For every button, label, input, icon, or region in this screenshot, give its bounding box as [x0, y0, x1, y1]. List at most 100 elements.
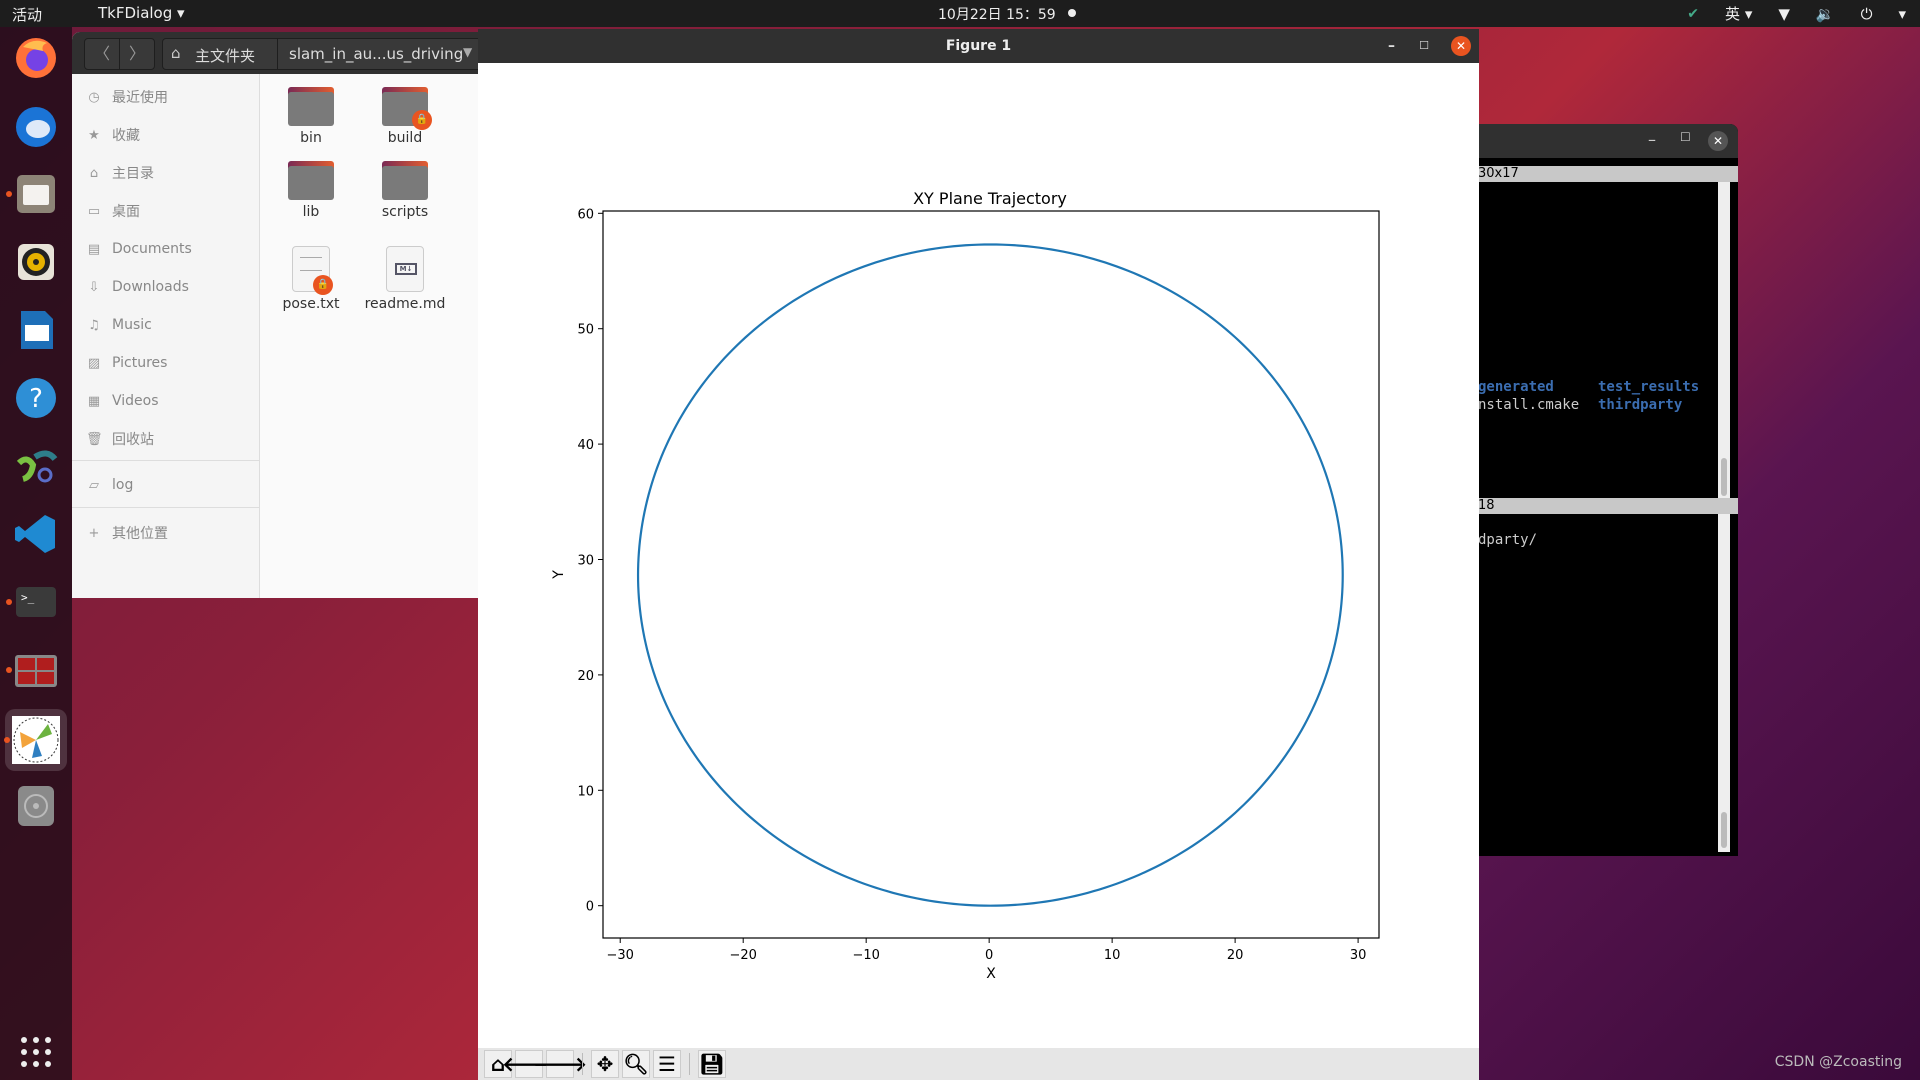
clock[interactable]: 10月22日 15：59	[938, 4, 1056, 24]
chevron-down-icon[interactable]: ▾	[1898, 5, 1906, 23]
sidebar-item-documents[interactable]: ▤ Documents	[86, 236, 192, 262]
files-icon	[17, 175, 55, 213]
dock-inkscape[interactable]	[11, 441, 61, 491]
inkscape-icon	[16, 450, 58, 483]
app-menu[interactable]: TkFDialog ▾	[98, 4, 185, 22]
x-tick-label: −10	[852, 948, 879, 963]
star-icon: ★	[88, 127, 100, 143]
zoom-button[interactable]: 🔍︎	[622, 1050, 650, 1078]
matplotlib-toolbar: ⌂ 🡐 🡒 ✥ 🔍︎ ☰ 💾︎	[478, 1048, 1479, 1080]
terminator-icon	[15, 655, 57, 687]
x-tick-label: 0	[985, 948, 993, 963]
sidebar-item-other-locations[interactable]: + 其他位置	[86, 520, 168, 546]
dock-firefox[interactable]	[11, 33, 61, 83]
sidebar-item-desktop[interactable]: ▭ 桌面	[86, 198, 140, 224]
app-indicator-icon[interactable]: ✔	[1687, 6, 1699, 22]
scrollbar[interactable]	[1718, 514, 1730, 852]
dock: ? >_	[0, 27, 72, 1080]
running-indicator	[6, 599, 12, 605]
configure-subplots-button[interactable]: ☰	[653, 1050, 681, 1078]
forward-button[interactable]: 〉	[119, 38, 155, 70]
terminal-icon: >_	[16, 587, 56, 617]
sidebar-item-trash[interactable]: 🗑 回收站	[86, 426, 154, 452]
download-icon: ⇩	[88, 279, 100, 295]
file-item[interactable]: lib	[266, 158, 356, 220]
path-current-button[interactable]: slam_in_au...us_driving	[289, 45, 463, 63]
dock-rhythmbox[interactable]	[11, 237, 61, 287]
scrollbar[interactable]	[1718, 182, 1730, 498]
text-file-icon: 🔒	[292, 246, 333, 295]
figure-titlebar: Figure 1 – ☐ ✕	[478, 29, 1479, 63]
path-home-button[interactable]: 主文件夹	[195, 45, 255, 66]
sidebar-item-pictures[interactable]: ▨ Pictures	[86, 350, 168, 376]
files-window: 〈 〉 ⌂ 主文件夹 slam_in_au...us_driving ▼ ◷ 最近…	[72, 32, 480, 598]
terminal-text: test_results	[1598, 379, 1700, 395]
terminal-text: dparty/	[1478, 532, 1538, 548]
sidebar-separator	[72, 460, 260, 461]
x-tick-label: −20	[729, 948, 756, 963]
dock-help[interactable]: ?	[11, 373, 61, 423]
dock-terminator[interactable]	[6, 645, 61, 695]
x-tick-label: −30	[606, 948, 633, 963]
save-button[interactable]: 💾︎	[698, 1050, 726, 1078]
sidebar-item-log[interactable]: ▱ log	[86, 472, 133, 498]
system-tray[interactable]: ✔ 英 ▾ ▼ 🔉 ⏻ ▾	[1687, 3, 1906, 24]
picture-icon: ▨	[87, 355, 101, 371]
close-button[interactable]: ✕	[1451, 36, 1471, 56]
y-tick-label: 50	[577, 323, 594, 338]
file-item[interactable]: 🔒 pose.txt	[266, 246, 356, 312]
sidebar-item-videos[interactable]: ▦ Videos	[86, 388, 159, 414]
dock-terminal[interactable]: >_	[6, 577, 61, 627]
sidebar-item-recent[interactable]: ◷ 最近使用	[86, 84, 168, 110]
axes-frame	[602, 210, 1380, 939]
file-item[interactable]: 🔒 build	[360, 84, 450, 146]
vscode-icon	[15, 515, 55, 553]
sidebar-item-home[interactable]: ⌂ 主目录	[86, 160, 154, 186]
dock-writer[interactable]	[11, 305, 61, 355]
dock-disc[interactable]	[11, 781, 61, 831]
close-button[interactable]: ✕	[1708, 131, 1728, 151]
path-dropdown-icon[interactable]: ▼	[463, 45, 472, 59]
sidebar-item-starred[interactable]: ★ 收藏	[86, 122, 140, 148]
folder-icon: ▱	[89, 477, 99, 493]
volume-icon[interactable]: 🔉	[1816, 5, 1835, 23]
terminal-window: – ☐ ✕ 30x17 generated test_results nstal…	[1478, 124, 1738, 856]
maximize-button[interactable]: ☐	[1680, 130, 1691, 144]
terminal-titlebar: – ☐ ✕	[1478, 124, 1738, 158]
sidebar-item-music[interactable]: ♫ Music	[86, 312, 152, 338]
maximize-button[interactable]: ☐	[1419, 29, 1429, 63]
files-headerbar: 〈 〉 ⌂ 主文件夹 slam_in_au...us_driving ▼	[72, 32, 480, 74]
folder-icon	[382, 158, 428, 200]
dock-thunderbird[interactable]	[11, 101, 61, 151]
home-icon: ⌂	[89, 165, 99, 181]
pan-button[interactable]: ✥	[591, 1050, 619, 1078]
watermark: CSDN @Zcoasting	[1774, 1054, 1902, 1070]
pane-title: 30x17	[1478, 166, 1738, 182]
lock-icon: 🔒	[313, 275, 333, 295]
y-tick-label: 10	[577, 784, 594, 799]
power-icon[interactable]: ⏻	[1861, 5, 1873, 23]
folder-icon: 🔒	[382, 84, 432, 130]
wifi-icon[interactable]: ▼	[1778, 5, 1790, 23]
activities-button[interactable]: 活动	[12, 4, 42, 25]
file-item[interactable]: M↓ readme.md	[360, 246, 450, 312]
minimize-button[interactable]: –	[1388, 29, 1395, 63]
dock-vscode[interactable]	[11, 509, 61, 559]
clock-icon: ◷	[88, 89, 100, 105]
dock-tk-figure[interactable]	[4, 709, 67, 771]
sliders-icon: ☰	[658, 1052, 676, 1076]
pane-title: 18	[1478, 498, 1738, 514]
music-icon: ♫	[88, 317, 100, 333]
show-applications-button[interactable]	[11, 1027, 61, 1077]
y-tick-label: 30	[577, 553, 594, 568]
file-item[interactable]: scripts	[360, 158, 450, 220]
dock-files[interactable]	[6, 169, 61, 219]
plot-canvas[interactable]: XY Plane Trajectory −30 −20 −10 0 10 20 30 0 10…	[478, 63, 1479, 1048]
sidebar-item-downloads[interactable]: ⇩ Downloads	[86, 274, 189, 300]
input-method-indicator[interactable]: 英 ▾	[1725, 3, 1752, 24]
minimize-button[interactable]: –	[1648, 130, 1656, 149]
back-button[interactable]: 〈	[84, 38, 120, 70]
magnifier-icon: 🔍︎	[623, 1052, 649, 1076]
file-item[interactable]: bin	[266, 84, 356, 146]
forward-button[interactable]: 🡒	[533, 1050, 587, 1078]
